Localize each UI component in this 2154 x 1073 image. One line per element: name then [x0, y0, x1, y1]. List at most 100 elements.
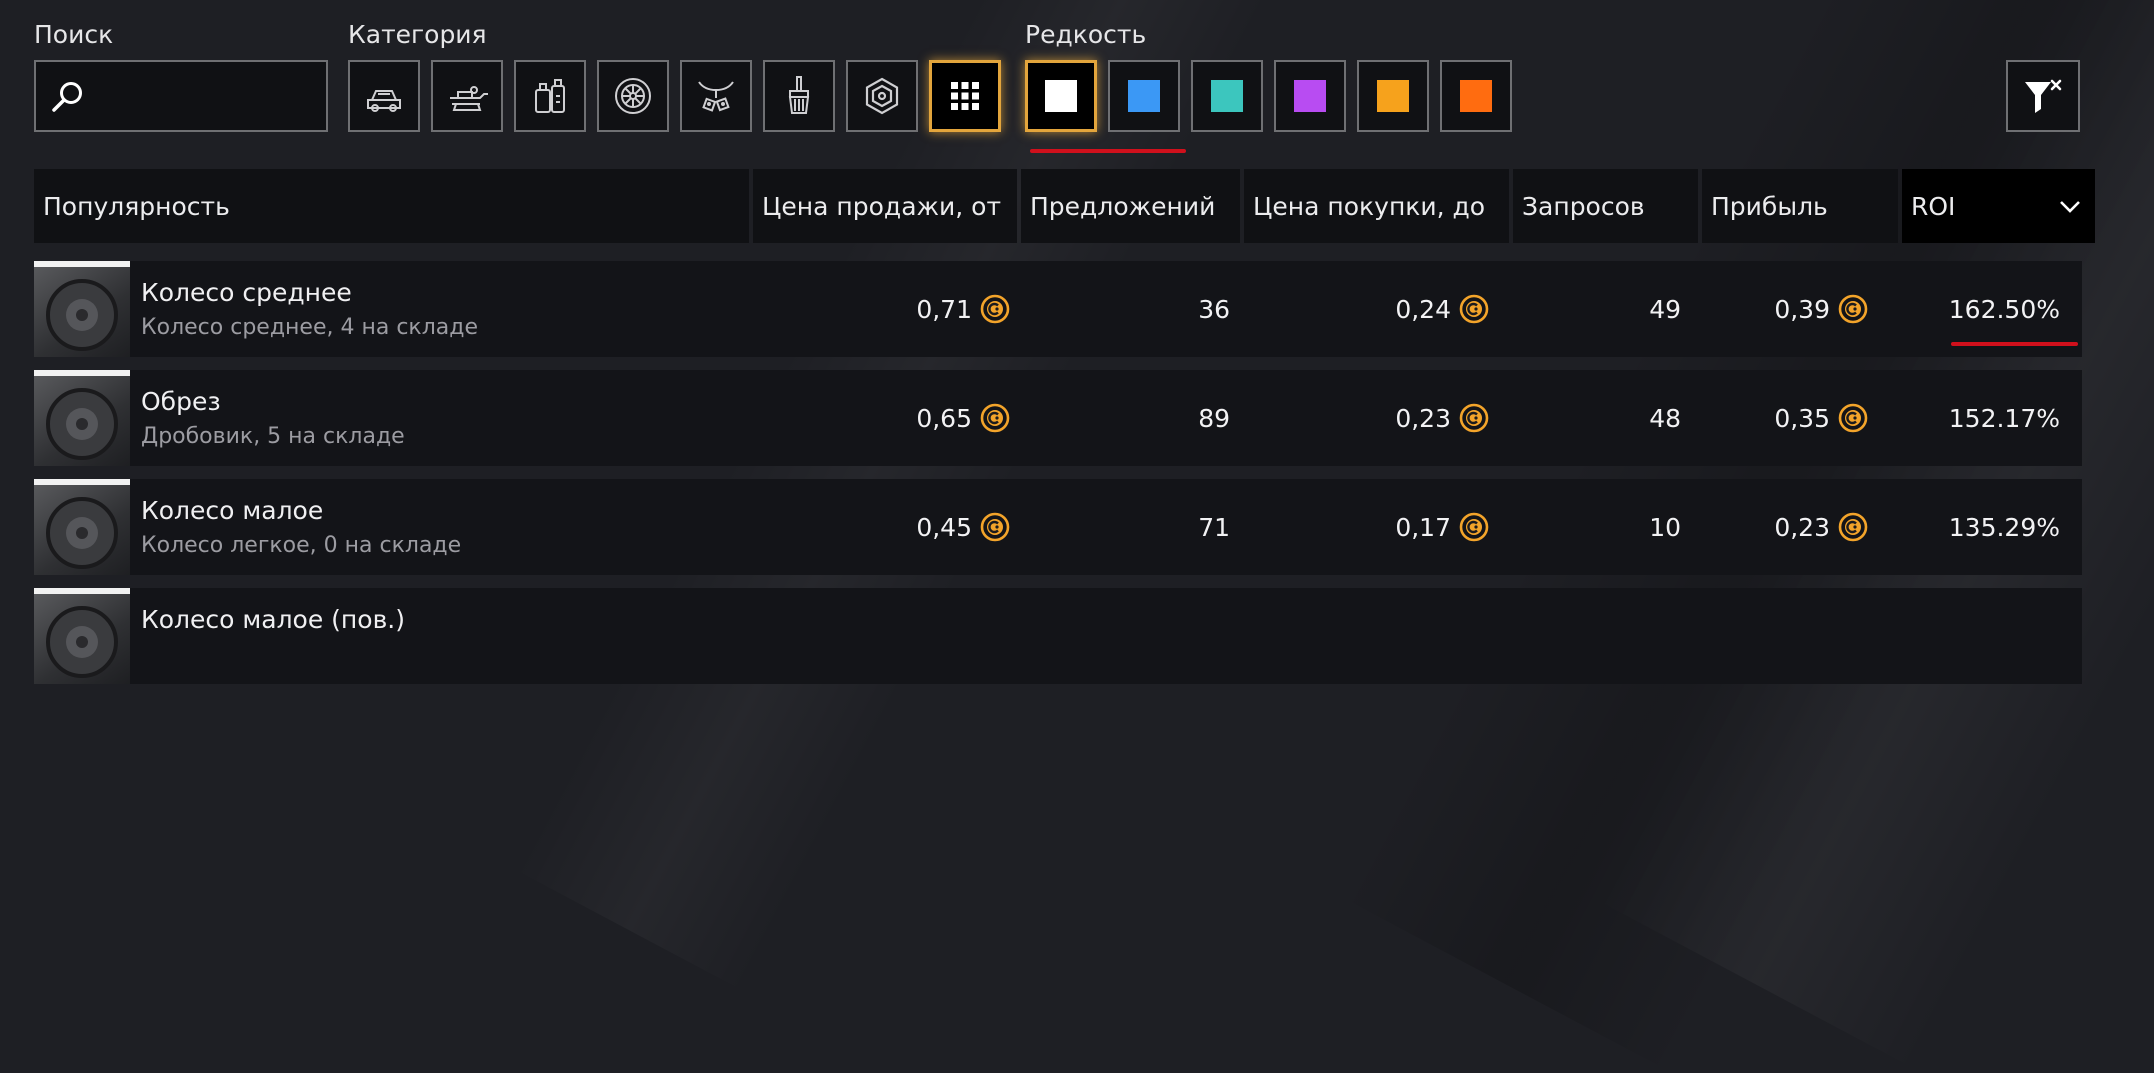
decor-icon [698, 81, 734, 112]
item-name: Колесо среднее [141, 278, 352, 307]
offers-cell: 89 [1198, 370, 1230, 466]
profit-cell: 0,39 [1774, 261, 1868, 357]
buy-price-cell-value: 0,24 [1395, 294, 1451, 324]
roi-cell-value: 135.29% [1948, 512, 2060, 542]
requests-cell: 10 [1649, 479, 1681, 575]
roi-cell: 135.29% [1949, 479, 2060, 575]
header-roi[interactable]: ROI [1902, 169, 2095, 243]
offers-cell: 36 [1198, 261, 1230, 357]
buy-price-cell-value: 0,17 [1395, 512, 1451, 542]
coin-icon [1838, 294, 1868, 324]
requests-cell: 48 [1649, 370, 1681, 466]
sell-price-cell: 0,65 [916, 370, 1010, 466]
sell-price-cell-value: 0,71 [916, 294, 972, 324]
header-requests[interactable]: Запросов [1513, 169, 1698, 243]
search-label: Поиск [34, 20, 114, 49]
requests-cell-value: 48 [1649, 403, 1681, 433]
buy-price-cell: 0,17 [1395, 479, 1489, 575]
coin-icon [1838, 512, 1868, 542]
filter-reset-icon [2025, 79, 2062, 113]
resource-icon [865, 77, 899, 115]
coin-icon [980, 294, 1010, 324]
profit-cell-value: 0,23 [1774, 512, 1830, 542]
header-profit[interactable]: Прибыль [1702, 169, 1898, 243]
rarity-swatch [1377, 80, 1409, 112]
weapon-icon [450, 86, 488, 111]
roi-highlight-underline [1951, 342, 2078, 346]
rarity-swatch [1294, 80, 1326, 112]
offers-cell-value: 71 [1198, 512, 1230, 542]
rarity-swatch [1211, 80, 1243, 112]
table-row[interactable]: Колесо среднее Колесо среднее, 4 на склад… [34, 261, 2082, 357]
chevron-down-icon [2060, 201, 2080, 213]
profit-cell: 0,35 [1774, 370, 1868, 466]
item-thumbnail [34, 261, 130, 357]
profit-cell: 0,23 [1774, 479, 1868, 575]
rarity-option-6[interactable] [1440, 60, 1512, 132]
item-thumbnail [34, 588, 130, 684]
item-name: Колесо малое [141, 496, 324, 525]
category-decor-button[interactable] [680, 60, 752, 132]
item-subtitle: Колесо среднее, 4 на складе [141, 315, 478, 340]
category-all-button[interactable] [929, 60, 1001, 132]
rarity-option-5[interactable] [1357, 60, 1429, 132]
sell-price-cell-value: 0,65 [916, 403, 972, 433]
sell-price-cell-value: 0,45 [916, 512, 972, 542]
coin-icon [1459, 294, 1489, 324]
header-popularity[interactable]: Популярность [34, 169, 749, 243]
rarity-label: Редкость [1025, 20, 1147, 49]
item-thumbnail [34, 370, 130, 466]
coin-icon [1459, 403, 1489, 433]
table-row[interactable]: Колесо малое Колесо легкое, 0 на складе 0,… [34, 479, 2082, 575]
rarity-swatch [1045, 80, 1077, 112]
offers-cell-value: 89 [1198, 403, 1230, 433]
category-paint-button[interactable] [763, 60, 835, 132]
buy-price-cell: 0,23 [1395, 370, 1489, 466]
profit-cell-value: 0,39 [1774, 294, 1830, 324]
fuel-icon [535, 79, 565, 113]
rarity-swatch [1128, 80, 1160, 112]
table-row[interactable]: Колесо малое (пов.) [34, 588, 2082, 684]
rarity-option-4[interactable] [1274, 60, 1346, 132]
category-label: Категория [348, 20, 487, 49]
reset-filters-button[interactable] [2006, 60, 2080, 132]
rarity-option-1[interactable] [1025, 60, 1097, 132]
category-weapons-button[interactable] [431, 60, 503, 132]
coin-icon [980, 512, 1010, 542]
profit-cell-value: 0,35 [1774, 403, 1830, 433]
coin-icon [1838, 403, 1868, 433]
roi-cell: 152.17% [1949, 370, 2060, 466]
rarity-selection-underline [1030, 149, 1186, 153]
sell-price-cell: 0,45 [916, 479, 1010, 575]
item-subtitle: Дробовик, 5 на складе [141, 424, 405, 449]
requests-cell: 49 [1649, 261, 1681, 357]
item-name: Обрез [141, 387, 221, 416]
roi-cell-value: 152.17% [1948, 403, 2060, 433]
car-icon [367, 90, 401, 112]
header-roi-label: ROI [1911, 191, 1956, 221]
header-offers[interactable]: Предложений [1021, 169, 1240, 243]
rarity-option-3[interactable] [1191, 60, 1263, 132]
table-row[interactable]: Обрез Дробовик, 5 на складе 0,65 89 0,23 48 0,… [34, 370, 2082, 466]
offers-cell-value: 36 [1198, 294, 1230, 324]
header-sell-price[interactable]: Цена продажи, от [753, 169, 1017, 243]
offers-cell: 71 [1198, 479, 1230, 575]
coin-icon [980, 403, 1010, 433]
category-fuel-button[interactable] [514, 60, 586, 132]
rarity-swatch [1460, 80, 1492, 112]
sell-price-cell: 0,71 [916, 261, 1010, 357]
header-buy-price[interactable]: Цена покупки, до [1244, 169, 1509, 243]
wheel-icon [615, 78, 651, 114]
item-name: Колесо малое (пов.) [141, 605, 406, 634]
item-thumbnail [34, 479, 130, 575]
paint-brush-icon [788, 76, 810, 114]
category-resources-button[interactable] [846, 60, 918, 132]
category-wheels-button[interactable] [597, 60, 669, 132]
rarity-option-2[interactable] [1108, 60, 1180, 132]
category-vehicles-button[interactable] [348, 60, 420, 132]
item-subtitle: Колесо легкое, 0 на складе [141, 533, 462, 558]
buy-price-cell: 0,24 [1395, 261, 1489, 357]
search-input[interactable] [34, 60, 328, 132]
requests-cell-value: 10 [1649, 512, 1681, 542]
requests-cell-value: 49 [1649, 294, 1681, 324]
